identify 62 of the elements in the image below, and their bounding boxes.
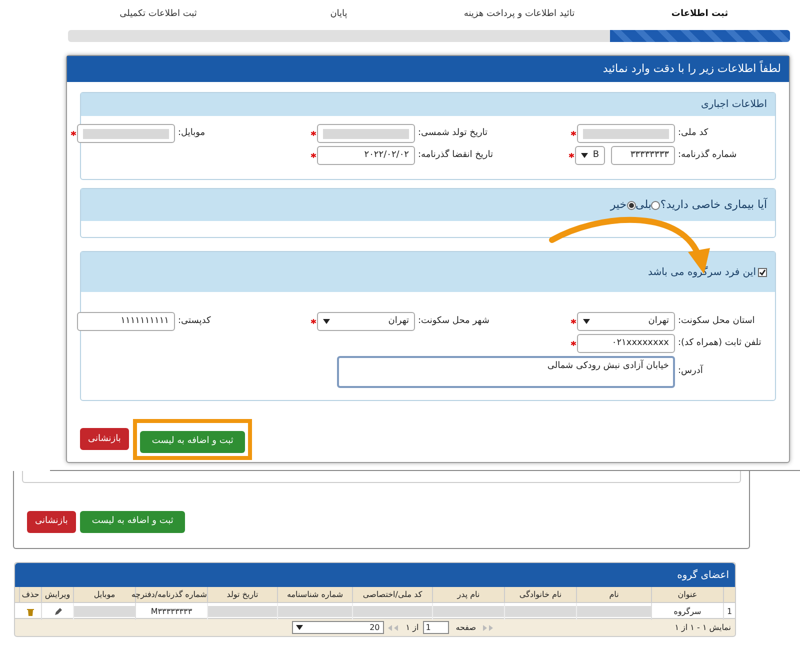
step-label: پایان <box>329 8 348 22</box>
caret-icon <box>581 153 588 158</box>
radio-button[interactable] <box>651 200 660 210</box>
pencil-icon[interactable] <box>54 608 62 616</box>
redacted-value <box>505 606 576 617</box>
required-icon <box>568 153 574 158</box>
input-field[interactable] <box>577 124 675 143</box>
submit-button[interactable]: ثبت و اضافه به لیست <box>140 430 246 453</box>
required-icon <box>310 319 316 324</box>
select-field[interactable]: تهران <box>577 312 675 331</box>
field-label: کد ملی: <box>677 126 710 140</box>
field-label: تاریخ انقضا گذرنامه: <box>417 148 494 162</box>
field-label: شهر محل سکونت: <box>417 314 490 328</box>
required-icon <box>310 153 316 158</box>
input-field[interactable]: ۰۲۱xxxxxxxx <box>577 334 675 353</box>
submit-button[interactable]: ثبت و اضافه به لیست <box>80 511 186 533</box>
reset-button[interactable]: بازنشانی <box>27 511 76 533</box>
required-icon <box>70 131 76 136</box>
text-area[interactable]: خیابان آزادی نبش رودکی شمالی <box>337 356 675 388</box>
input-field[interactable]: ۲۰۲۲/۰۲/۰۲ <box>317 146 415 165</box>
input-field[interactable] <box>317 124 415 143</box>
field-label: آدرس: <box>677 365 704 378</box>
field-label: تلفن ثابت (همراه کد): <box>677 336 762 350</box>
field-label: کدپستی: <box>177 314 212 328</box>
checkbox[interactable] <box>758 268 767 276</box>
page-label: صفحه <box>454 622 477 634</box>
page-count: از ۱ <box>406 622 419 634</box>
select-field[interactable]: تهران <box>317 312 415 331</box>
panel-title: لطفاً اطلاعات زیر را با دقت وارد نمائید <box>602 60 781 77</box>
field-label: استان محل سکونت: <box>677 314 756 328</box>
required-icon <box>570 341 576 346</box>
caret-icon <box>323 319 330 324</box>
required-icon <box>310 131 316 136</box>
step-label: ثبت اطلاعات <box>670 8 730 22</box>
input-field[interactable]: ۳۳۳۳۳۳۳۳ <box>611 146 675 165</box>
radio-label: خیر <box>610 196 627 213</box>
required-icon <box>570 131 576 136</box>
caret-icon <box>583 319 590 324</box>
page-size-select[interactable]: 20 <box>292 621 384 634</box>
input-field[interactable]: ۱۱۱۱۱۱۱۱۱۱ <box>77 312 175 331</box>
step-label: ثبت اطلاعات تکمیلی <box>118 8 198 22</box>
section-title: اطلاعات اجباری <box>701 98 767 112</box>
redacted-value <box>208 606 277 617</box>
redacted-value <box>74 606 135 617</box>
radio-button[interactable] <box>626 200 636 210</box>
table-title: اعضای گروه <box>677 568 729 582</box>
field-label: تاریخ تولد شمسی: <box>417 126 489 140</box>
table-cell: 1 <box>723 603 735 620</box>
pager-summary: نمایش ۱ - ۱ از ۱ <box>674 622 731 634</box>
required-icon <box>570 319 576 324</box>
input-field[interactable] <box>77 124 175 143</box>
caret-icon <box>296 625 303 630</box>
question-text: آیا بیماری خاصی دارید؟ <box>660 196 767 213</box>
field-label: موبایل: <box>177 126 206 140</box>
redacted-value <box>433 606 504 617</box>
step-label: تائید اطلاعات و پرداخت هزینه <box>462 8 576 22</box>
radio-label: بلی <box>636 196 652 213</box>
field-label: شماره گذرنامه: <box>677 148 738 162</box>
trash-icon[interactable] <box>26 608 34 616</box>
page-input[interactable]: 1 <box>422 621 449 634</box>
reset-button[interactable]: بازنشانی <box>80 428 129 450</box>
select-field[interactable]: B <box>575 146 605 165</box>
